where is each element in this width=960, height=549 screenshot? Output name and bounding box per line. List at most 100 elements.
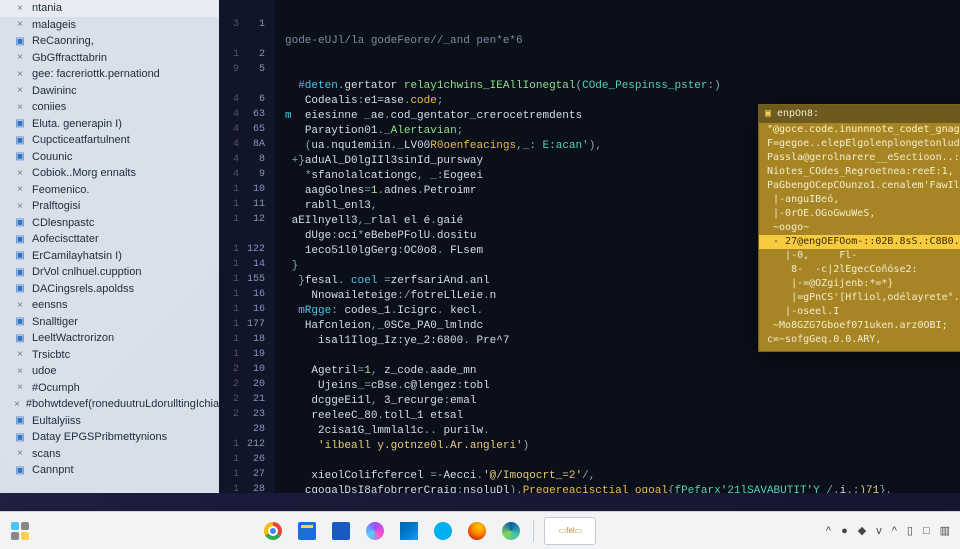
explorer-item[interactable]: ×scans xyxy=(0,446,219,463)
code-line[interactable]: xieolColifcfercel =-Aecci.'@/Imoqocrt_=2… xyxy=(275,469,960,484)
intellisense-item[interactable]: ~Mo8GZG7Gboef071uken.arz0OBI; xyxy=(759,319,960,333)
explorer-item[interactable]: × ntania xyxy=(0,0,219,17)
tray-icon[interactable]: v xyxy=(876,525,882,537)
file-icon: × xyxy=(14,167,26,179)
intellisense-item[interactable]: F=gegoe..elepElgolenplongetonludIonwhwid… xyxy=(759,137,960,151)
code-line[interactable]: Ujeins_=cBse.c@lengez:tobl xyxy=(275,379,960,394)
copilot-icon[interactable] xyxy=(363,519,387,543)
explorer-item[interactable]: ▣ Snalltiger xyxy=(0,314,219,331)
explorer-item-label: Eluta. generapin I) xyxy=(32,118,122,130)
explorer-item[interactable]: ×Pralftogisi xyxy=(0,198,219,215)
intellisense-popup[interactable]: ▣ enpOn8: ☓ ⊞ ⊙ △ ≡ "@goce.code.inunnnot… xyxy=(758,104,960,352)
file-icon: × xyxy=(14,2,26,14)
intellisense-item[interactable]: - 27@engOEFOom-::02B.8sS.:C8B0.0..'}|: xyxy=(759,235,960,249)
code-line[interactable]: reeleeC_80.toll_1 etsal xyxy=(275,409,960,424)
tray-icon[interactable]: ◆ xyxy=(858,524,866,537)
explorer-item[interactable]: ▣DrVol cnlhuel.cupption xyxy=(0,264,219,281)
folder-icon: ▣ xyxy=(14,118,26,130)
file-explorer-icon[interactable] xyxy=(295,519,319,543)
explorer-item[interactable]: ×Trsicbtc xyxy=(0,347,219,364)
explorer-item[interactable]: ▣CDlesnpastc xyxy=(0,215,219,232)
file-explorer-panel[interactable]: ×ntania×malageis▣ReCaonring,×GbGffractta… xyxy=(0,0,219,493)
explorer-item-label: #Ocumph xyxy=(32,382,80,394)
code-line[interactable]: 'ilbeall y.gotnze0l.Ar.angleri') xyxy=(275,439,960,454)
tray-icon[interactable]: ● xyxy=(841,525,848,537)
intellisense-item[interactable]: |-0rOE.OGoGwuWeS, xyxy=(759,207,960,221)
explorer-item[interactable]: ▣ReCaonring, xyxy=(0,33,219,50)
skype-icon[interactable] xyxy=(431,519,455,543)
explorer-item[interactable]: ▣Datay EPGSPribmettynions xyxy=(0,429,219,446)
intellisense-item[interactable]: |-oseel.I } xyxy=(759,305,960,319)
taskbar[interactable]: ▭fel▭ ^ ● ◆ v ^ ▯ □ ▥ xyxy=(0,511,960,549)
explorer-item-label: Trsicbtc xyxy=(32,349,70,361)
explorer-item-label: Snalltiger xyxy=(32,316,78,328)
folder-icon: ▣ xyxy=(14,134,26,146)
tray-icon[interactable]: □ xyxy=(923,525,930,537)
explorer-item[interactable]: ×#bohwtdevef(roneduutruLdorulltingIchial… xyxy=(0,396,219,413)
code-line[interactable]: #deten.gertator relay1chwins_IEAllIonegt… xyxy=(275,79,960,94)
intellisense-item[interactable]: Niotes_COdes_Regroetnea:reeE:1, xyxy=(759,165,960,179)
explorer-item-label: CDlesnpastc xyxy=(32,217,94,229)
code-line[interactable]: Agetril=1, z_code.aade_mn xyxy=(275,364,960,379)
explorer-item[interactable]: ▣ Eluta. generapin I) xyxy=(0,116,219,133)
intellisense-item[interactable]: ~oogo~ xyxy=(759,221,960,235)
explorer-item[interactable]: ▣Cannpnt xyxy=(0,462,219,479)
file-icon: × xyxy=(14,68,26,80)
explorer-item[interactable]: ×coniies xyxy=(0,99,219,116)
explorer-item[interactable]: ×Feomenico. xyxy=(0,182,219,199)
firefox-icon[interactable] xyxy=(465,519,489,543)
edge-icon[interactable] xyxy=(499,519,523,543)
intellisense-item[interactable]: |=gPnCS'[Hfliol,odélayrete°.Bi,} xyxy=(759,291,960,305)
code-line[interactable]: 2cisa1G_lmmlal1c.. purilw. xyxy=(275,424,960,439)
explorer-item[interactable]: ×Dawininc xyxy=(0,83,219,100)
explorer-item-label: ntania xyxy=(32,2,62,14)
explorer-item[interactable]: ×udoe xyxy=(0,363,219,380)
intellisense-item[interactable]: c=~sofgGeq.0.0.ARY, xyxy=(759,333,960,347)
code-editor[interactable]: gode-eUJl/la godeFeore//_and pen*e*6 #de… xyxy=(219,0,960,493)
code-line[interactable] xyxy=(275,454,960,469)
intellisense-item[interactable]: Passla@gerolnarere__eSectioon..:edcedzni… xyxy=(759,151,960,165)
explorer-item[interactable]: ×GbGffracttabrin xyxy=(0,50,219,67)
explorer-item[interactable]: ▣Eultalyiiss xyxy=(0,413,219,430)
tray-icon[interactable]: ^ xyxy=(826,525,831,537)
explorer-item[interactable]: × Cobiok..Morg ennalts xyxy=(0,165,219,182)
explorer-item[interactable]: ▣DACingsrels.apoldss xyxy=(0,281,219,298)
word-icon[interactable] xyxy=(329,519,353,543)
explorer-item[interactable]: × #Ocumph xyxy=(0,380,219,397)
explorer-item-label: Couunic xyxy=(32,151,72,163)
file-icon: × xyxy=(14,101,26,113)
intellisense-item[interactable]: |-anguIBeó, xyxy=(759,193,960,207)
explorer-item[interactable]: ×eensns xyxy=(0,297,219,314)
widgets-button[interactable] xyxy=(8,519,32,543)
intellisense-item[interactable]: PaGbengOCepCOunzo1.cenalem'FawIlullelew,… xyxy=(759,179,960,193)
explorer-item[interactable]: ×malageis xyxy=(0,17,219,34)
explorer-item[interactable]: ×gee: facreriottk.pernationd xyxy=(0,66,219,83)
chrome-icon[interactable] xyxy=(261,519,285,543)
explorer-item-label: Cobiok..Morg ennalts xyxy=(32,167,136,179)
file-icon: × xyxy=(14,382,26,394)
system-tray[interactable]: ^ ● ◆ v ^ ▯ □ ▥ xyxy=(826,524,960,537)
explorer-item-label: ErCamilayhatsin I) xyxy=(32,250,122,262)
code-line[interactable]: cgogalDsI8afobrrerCraig:nsoluDl).Pregere… xyxy=(275,484,960,493)
code-line[interactable]: dcggeEi1l, 3_recurge:emal xyxy=(275,394,960,409)
running-app-thumb[interactable]: ▭fel▭ xyxy=(544,517,596,545)
intellisense-header: ▣ enpOn8: ☓ ⊞ ⊙ △ ≡ xyxy=(759,105,960,123)
tray-icon[interactable]: ▥ xyxy=(940,524,950,537)
intellisense-item[interactable]: |-0, Fl- }|, xyxy=(759,249,960,263)
vscode-icon[interactable] xyxy=(397,519,421,543)
explorer-item[interactable]: ▣LeeltWactrorizon xyxy=(0,330,219,347)
intellisense-item[interactable]: 8- -c|2lEgecCoñóse2: xyxy=(759,263,960,277)
explorer-item-label: udoe xyxy=(32,365,56,377)
explorer-item-label: Pralftogisi xyxy=(32,200,80,212)
tray-icon[interactable]: ▯ xyxy=(907,524,913,537)
explorer-item[interactable]: ▣Couunic xyxy=(0,149,219,166)
file-icon: × xyxy=(14,184,26,196)
explorer-item[interactable]: ▣Aofeciscttater xyxy=(0,231,219,248)
intellisense-item[interactable]: |-=@OZgijenb:*=*} xyxy=(759,277,960,291)
explorer-item-label: Cannpnt xyxy=(32,464,74,476)
explorer-item[interactable]: ▣Cupcticeatfartulnent xyxy=(0,132,219,149)
tray-icon[interactable]: ^ xyxy=(892,525,897,537)
explorer-item[interactable]: ▣ErCamilayhatsin I) xyxy=(0,248,219,265)
explorer-item-label: malageis xyxy=(32,19,76,31)
folder-icon: ▣ xyxy=(14,316,26,328)
